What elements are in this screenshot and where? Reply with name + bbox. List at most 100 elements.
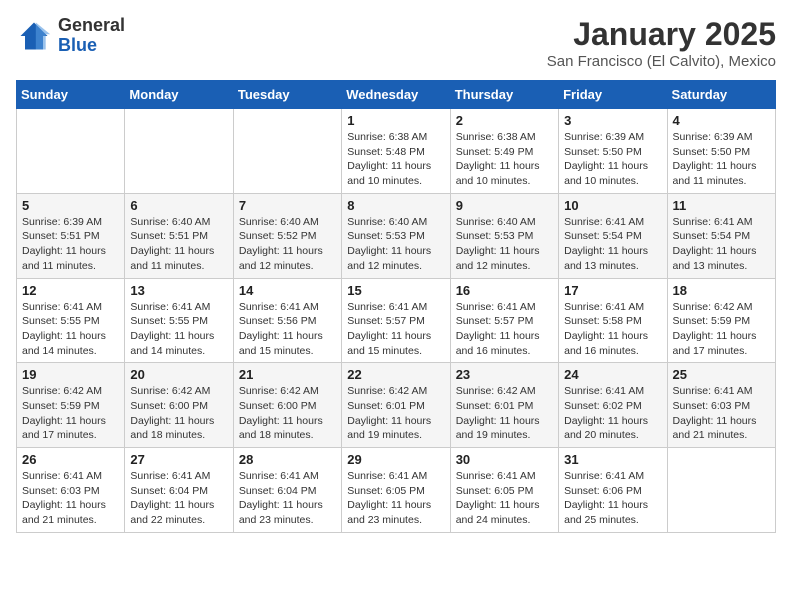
calendar-cell: 3 Sunrise: 6:39 AMSunset: 5:50 PMDaylight…: [559, 109, 667, 194]
title-block: January 2025 San Francisco (El Calvito),…: [547, 16, 776, 70]
calendar-cell: [233, 109, 341, 194]
day-info: Sunrise: 6:42 AMSunset: 6:01 PMDaylight:…: [347, 384, 444, 443]
day-info: Sunrise: 6:41 AMSunset: 6:05 PMDaylight:…: [456, 469, 553, 528]
day-number: 6: [130, 198, 227, 213]
day-number: 5: [22, 198, 119, 213]
calendar: SundayMondayTuesdayWednesdayThursdayFrid…: [16, 80, 776, 533]
calendar-cell: 26 Sunrise: 6:41 AMSunset: 6:03 PMDayligh…: [17, 448, 125, 533]
weekday-header: Thursday: [450, 81, 558, 109]
logo-text: General Blue: [58, 16, 125, 56]
calendar-week-row: 1Sunrise: 6:38 AMSunset: 5:48 PMDaylight…: [17, 109, 776, 194]
day-number: 24: [564, 367, 661, 382]
day-number: 3: [564, 113, 661, 128]
day-info: Sunrise: 6:42 AMSunset: 6:01 PMDaylight:…: [456, 384, 553, 443]
calendar-cell: 25Sunrise: 6:41 AMSunset: 6:03 PMDayligh…: [667, 363, 775, 448]
day-number: 20: [130, 367, 227, 382]
day-number: 28: [239, 452, 336, 467]
calendar-cell: 18Sunrise: 6:42 AMSunset: 5:59 PMDayligh…: [667, 278, 775, 363]
calendar-cell: 6 Sunrise: 6:40 AMSunset: 5:51 PMDaylight…: [125, 193, 233, 278]
calendar-cell: 22 Sunrise: 6:42 AMSunset: 6:01 PMDayligh…: [342, 363, 450, 448]
day-number: 26: [22, 452, 119, 467]
weekday-header: Tuesday: [233, 81, 341, 109]
calendar-cell: 9 Sunrise: 6:40 AMSunset: 5:53 PMDaylight…: [450, 193, 558, 278]
calendar-cell: 1Sunrise: 6:38 AMSunset: 5:48 PMDaylight…: [342, 109, 450, 194]
day-number: 16: [456, 283, 553, 298]
day-info: Sunrise: 6:38 AMSunset: 5:49 PMDaylight:…: [456, 130, 553, 189]
day-number: 12: [22, 283, 119, 298]
calendar-cell: 29 Sunrise: 6:41 AMSunset: 6:05 PMDayligh…: [342, 448, 450, 533]
day-number: 13: [130, 283, 227, 298]
calendar-cell: 15Sunrise: 6:41 AMSunset: 5:57 PMDayligh…: [342, 278, 450, 363]
calendar-cell: 24 Sunrise: 6:41 AMSunset: 6:02 PMDayligh…: [559, 363, 667, 448]
day-info: Sunrise: 6:41 AMSunset: 6:04 PMDaylight:…: [130, 469, 227, 528]
day-info: Sunrise: 6:41 AMSunset: 5:55 PMDaylight:…: [22, 300, 119, 359]
calendar-cell: 28 Sunrise: 6:41 AMSunset: 6:04 PMDayligh…: [233, 448, 341, 533]
calendar-cell: 8 Sunrise: 6:40 AMSunset: 5:53 PMDaylight…: [342, 193, 450, 278]
day-number: 29: [347, 452, 444, 467]
calendar-week-row: 12 Sunrise: 6:41 AMSunset: 5:55 PMDayligh…: [17, 278, 776, 363]
calendar-cell: 31 Sunrise: 6:41 AMSunset: 6:06 PMDayligh…: [559, 448, 667, 533]
day-number: 2: [456, 113, 553, 128]
calendar-cell: 27 Sunrise: 6:41 AMSunset: 6:04 PMDayligh…: [125, 448, 233, 533]
calendar-week-row: 26 Sunrise: 6:41 AMSunset: 6:03 PMDayligh…: [17, 448, 776, 533]
day-number: 27: [130, 452, 227, 467]
calendar-week-row: 19 Sunrise: 6:42 AMSunset: 5:59 PMDayligh…: [17, 363, 776, 448]
calendar-cell: 13Sunrise: 6:41 AMSunset: 5:55 PMDayligh…: [125, 278, 233, 363]
day-info: Sunrise: 6:41 AMSunset: 5:54 PMDaylight:…: [564, 215, 661, 274]
calendar-cell: 23 Sunrise: 6:42 AMSunset: 6:01 PMDayligh…: [450, 363, 558, 448]
day-info: Sunrise: 6:41 AMSunset: 5:54 PMDaylight:…: [673, 215, 770, 274]
day-info: Sunrise: 6:42 AMSunset: 6:00 PMDaylight:…: [239, 384, 336, 443]
day-info: Sunrise: 6:41 AMSunset: 6:05 PMDaylight:…: [347, 469, 444, 528]
day-info: Sunrise: 6:41 AMSunset: 5:57 PMDaylight:…: [456, 300, 553, 359]
weekday-header: Saturday: [667, 81, 775, 109]
day-number: 25: [673, 367, 770, 382]
weekday-header: Monday: [125, 81, 233, 109]
day-number: 21: [239, 367, 336, 382]
day-number: 4: [673, 113, 770, 128]
day-number: 19: [22, 367, 119, 382]
calendar-cell: 16 Sunrise: 6:41 AMSunset: 5:57 PMDayligh…: [450, 278, 558, 363]
day-number: 22: [347, 367, 444, 382]
calendar-cell: [17, 109, 125, 194]
logo: General Blue: [16, 16, 125, 56]
page-header: General Blue January 2025 San Francisco …: [16, 16, 776, 70]
day-info: Sunrise: 6:41 AMSunset: 6:03 PMDaylight:…: [22, 469, 119, 528]
day-info: Sunrise: 6:41 AMSunset: 5:58 PMDaylight:…: [564, 300, 661, 359]
weekday-header: Sunday: [17, 81, 125, 109]
day-info: Sunrise: 6:40 AMSunset: 5:51 PMDaylight:…: [130, 215, 227, 274]
calendar-cell: 17 Sunrise: 6:41 AMSunset: 5:58 PMDayligh…: [559, 278, 667, 363]
day-info: Sunrise: 6:39 AMSunset: 5:51 PMDaylight:…: [22, 215, 119, 274]
calendar-cell: [667, 448, 775, 533]
day-info: Sunrise: 6:40 AMSunset: 5:53 PMDaylight:…: [456, 215, 553, 274]
day-info: Sunrise: 6:41 AMSunset: 6:06 PMDaylight:…: [564, 469, 661, 528]
day-number: 11: [673, 198, 770, 213]
calendar-cell: [125, 109, 233, 194]
calendar-week-row: 5 Sunrise: 6:39 AMSunset: 5:51 PMDaylight…: [17, 193, 776, 278]
weekday-header-row: SundayMondayTuesdayWednesdayThursdayFrid…: [17, 81, 776, 109]
day-info: Sunrise: 6:39 AMSunset: 5:50 PMDaylight:…: [673, 130, 770, 189]
day-number: 8: [347, 198, 444, 213]
day-number: 1: [347, 113, 444, 128]
logo-icon: [16, 18, 52, 54]
day-number: 7: [239, 198, 336, 213]
day-number: 9: [456, 198, 553, 213]
day-number: 31: [564, 452, 661, 467]
calendar-cell: 14Sunrise: 6:41 AMSunset: 5:56 PMDayligh…: [233, 278, 341, 363]
day-info: Sunrise: 6:42 AMSunset: 6:00 PMDaylight:…: [130, 384, 227, 443]
day-info: Sunrise: 6:41 AMSunset: 5:57 PMDaylight:…: [347, 300, 444, 359]
day-info: Sunrise: 6:42 AMSunset: 5:59 PMDaylight:…: [22, 384, 119, 443]
calendar-cell: 19 Sunrise: 6:42 AMSunset: 5:59 PMDayligh…: [17, 363, 125, 448]
weekday-header: Friday: [559, 81, 667, 109]
day-number: 23: [456, 367, 553, 382]
day-info: Sunrise: 6:39 AMSunset: 5:50 PMDaylight:…: [564, 130, 661, 189]
calendar-cell: 20 Sunrise: 6:42 AMSunset: 6:00 PMDayligh…: [125, 363, 233, 448]
calendar-cell: 4 Sunrise: 6:39 AMSunset: 5:50 PMDaylight…: [667, 109, 775, 194]
day-info: Sunrise: 6:40 AMSunset: 5:53 PMDaylight:…: [347, 215, 444, 274]
day-number: 17: [564, 283, 661, 298]
day-info: Sunrise: 6:41 AMSunset: 6:04 PMDaylight:…: [239, 469, 336, 528]
calendar-cell: 10Sunrise: 6:41 AMSunset: 5:54 PMDayligh…: [559, 193, 667, 278]
day-number: 30: [456, 452, 553, 467]
day-number: 18: [673, 283, 770, 298]
day-info: Sunrise: 6:41 AMSunset: 6:02 PMDaylight:…: [564, 384, 661, 443]
location: San Francisco (El Calvito), Mexico: [547, 53, 776, 70]
